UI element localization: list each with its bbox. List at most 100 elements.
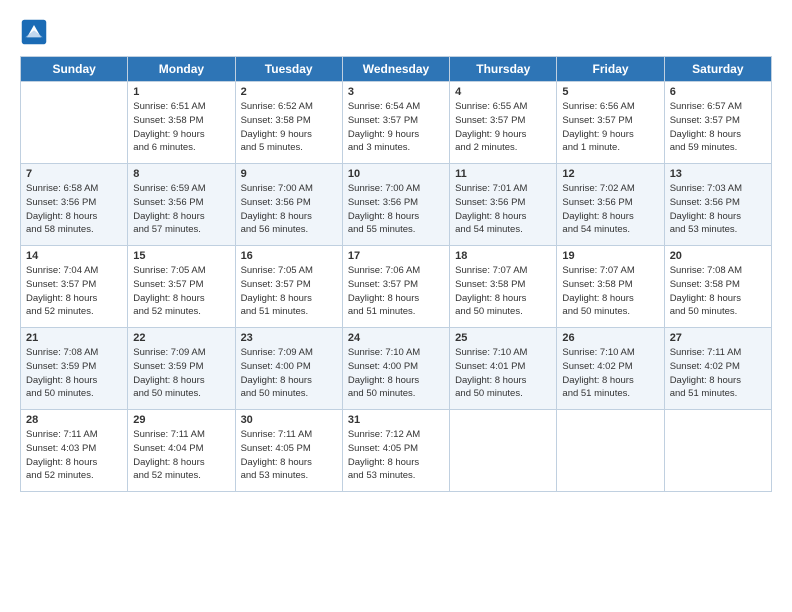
day-number: 30 xyxy=(241,414,337,426)
cell-w2-d3: 17 Sunrise: 7:06 AM Sunset: 3:57 PM Dayli… xyxy=(342,246,449,328)
day-info: Sunrise: 7:03 AM Sunset: 3:56 PM Dayligh… xyxy=(670,182,766,237)
day-number: 2 xyxy=(241,86,337,98)
header-thursday: Thursday xyxy=(450,57,557,82)
cell-w4-d2: 30 Sunrise: 7:11 AM Sunset: 4:05 PM Dayli… xyxy=(235,410,342,492)
header xyxy=(20,18,772,46)
day-info: Sunrise: 7:01 AM Sunset: 3:56 PM Dayligh… xyxy=(455,182,551,237)
cell-w2-d4: 18 Sunrise: 7:07 AM Sunset: 3:58 PM Dayli… xyxy=(450,246,557,328)
cell-w3-d2: 23 Sunrise: 7:09 AM Sunset: 4:00 PM Dayli… xyxy=(235,328,342,410)
cell-w3-d6: 27 Sunrise: 7:11 AM Sunset: 4:02 PM Dayli… xyxy=(664,328,771,410)
day-info: Sunrise: 6:51 AM Sunset: 3:58 PM Dayligh… xyxy=(133,100,229,155)
calendar-header: SundayMondayTuesdayWednesdayThursdayFrid… xyxy=(21,57,772,82)
day-number: 24 xyxy=(348,332,444,344)
day-number: 12 xyxy=(562,168,658,180)
logo xyxy=(20,18,52,46)
day-info: Sunrise: 7:08 AM Sunset: 3:59 PM Dayligh… xyxy=(26,346,122,401)
day-number: 15 xyxy=(133,250,229,262)
day-number: 9 xyxy=(241,168,337,180)
day-info: Sunrise: 7:05 AM Sunset: 3:57 PM Dayligh… xyxy=(241,264,337,319)
page: SundayMondayTuesdayWednesdayThursdayFrid… xyxy=(0,0,792,612)
calendar-body: 1 Sunrise: 6:51 AM Sunset: 3:58 PM Daylig… xyxy=(21,82,772,492)
day-number: 6 xyxy=(670,86,766,98)
day-info: Sunrise: 7:07 AM Sunset: 3:58 PM Dayligh… xyxy=(562,264,658,319)
cell-w4-d4 xyxy=(450,410,557,492)
day-info: Sunrise: 7:11 AM Sunset: 4:04 PM Dayligh… xyxy=(133,428,229,483)
cell-w3-d3: 24 Sunrise: 7:10 AM Sunset: 4:00 PM Dayli… xyxy=(342,328,449,410)
day-info: Sunrise: 7:06 AM Sunset: 3:57 PM Dayligh… xyxy=(348,264,444,319)
day-info: Sunrise: 7:10 AM Sunset: 4:02 PM Dayligh… xyxy=(562,346,658,401)
cell-w2-d5: 19 Sunrise: 7:07 AM Sunset: 3:58 PM Dayli… xyxy=(557,246,664,328)
cell-w0-d5: 5 Sunrise: 6:56 AM Sunset: 3:57 PM Daylig… xyxy=(557,82,664,164)
cell-w1-d3: 10 Sunrise: 7:00 AM Sunset: 3:56 PM Dayli… xyxy=(342,164,449,246)
week-row-1: 1 Sunrise: 6:51 AM Sunset: 3:58 PM Daylig… xyxy=(21,82,772,164)
day-info: Sunrise: 7:12 AM Sunset: 4:05 PM Dayligh… xyxy=(348,428,444,483)
cell-w3-d5: 26 Sunrise: 7:10 AM Sunset: 4:02 PM Dayli… xyxy=(557,328,664,410)
day-info: Sunrise: 6:58 AM Sunset: 3:56 PM Dayligh… xyxy=(26,182,122,237)
day-number: 18 xyxy=(455,250,551,262)
cell-w3-d0: 21Sunrise: 7:08 AM Sunset: 3:59 PM Dayli… xyxy=(21,328,128,410)
day-number: 26 xyxy=(562,332,658,344)
day-number: 29 xyxy=(133,414,229,426)
day-number: 4 xyxy=(455,86,551,98)
day-info: Sunrise: 7:11 AM Sunset: 4:05 PM Dayligh… xyxy=(241,428,337,483)
cell-w4-d3: 31Sunrise: 7:12 AM Sunset: 4:05 PM Dayli… xyxy=(342,410,449,492)
day-info: Sunrise: 7:09 AM Sunset: 4:00 PM Dayligh… xyxy=(241,346,337,401)
header-saturday: Saturday xyxy=(664,57,771,82)
day-number: 16 xyxy=(241,250,337,262)
day-number: 19 xyxy=(562,250,658,262)
week-row-5: 28Sunrise: 7:11 AM Sunset: 4:03 PM Dayli… xyxy=(21,410,772,492)
week-row-2: 7 Sunrise: 6:58 AM Sunset: 3:56 PM Daylig… xyxy=(21,164,772,246)
day-number: 20 xyxy=(670,250,766,262)
day-number: 5 xyxy=(562,86,658,98)
cell-w4-d1: 29 Sunrise: 7:11 AM Sunset: 4:04 PM Dayli… xyxy=(128,410,235,492)
day-number: 10 xyxy=(348,168,444,180)
day-number: 28 xyxy=(26,414,122,426)
cell-w0-d6: 6 Sunrise: 6:57 AM Sunset: 3:57 PM Daylig… xyxy=(664,82,771,164)
header-friday: Friday xyxy=(557,57,664,82)
day-info: Sunrise: 7:05 AM Sunset: 3:57 PM Dayligh… xyxy=(133,264,229,319)
day-info: Sunrise: 7:08 AM Sunset: 3:58 PM Dayligh… xyxy=(670,264,766,319)
day-number: 25 xyxy=(455,332,551,344)
cell-w1-d4: 11Sunrise: 7:01 AM Sunset: 3:56 PM Dayli… xyxy=(450,164,557,246)
day-info: Sunrise: 7:10 AM Sunset: 4:00 PM Dayligh… xyxy=(348,346,444,401)
week-row-4: 21Sunrise: 7:08 AM Sunset: 3:59 PM Dayli… xyxy=(21,328,772,410)
day-number: 7 xyxy=(26,168,122,180)
cell-w1-d6: 13 Sunrise: 7:03 AM Sunset: 3:56 PM Dayli… xyxy=(664,164,771,246)
day-info: Sunrise: 7:11 AM Sunset: 4:02 PM Dayligh… xyxy=(670,346,766,401)
cell-w4-d0: 28Sunrise: 7:11 AM Sunset: 4:03 PM Dayli… xyxy=(21,410,128,492)
cell-w4-d5 xyxy=(557,410,664,492)
header-tuesday: Tuesday xyxy=(235,57,342,82)
cell-w1-d5: 12 Sunrise: 7:02 AM Sunset: 3:56 PM Dayli… xyxy=(557,164,664,246)
day-info: Sunrise: 6:57 AM Sunset: 3:57 PM Dayligh… xyxy=(670,100,766,155)
cell-w4-d6 xyxy=(664,410,771,492)
day-number: 1 xyxy=(133,86,229,98)
day-info: Sunrise: 6:55 AM Sunset: 3:57 PM Dayligh… xyxy=(455,100,551,155)
day-info: Sunrise: 6:59 AM Sunset: 3:56 PM Dayligh… xyxy=(133,182,229,237)
cell-w2-d0: 14Sunrise: 7:04 AM Sunset: 3:57 PM Dayli… xyxy=(21,246,128,328)
day-info: Sunrise: 7:04 AM Sunset: 3:57 PM Dayligh… xyxy=(26,264,122,319)
day-info: Sunrise: 6:56 AM Sunset: 3:57 PM Dayligh… xyxy=(562,100,658,155)
day-number: 23 xyxy=(241,332,337,344)
cell-w2-d2: 16 Sunrise: 7:05 AM Sunset: 3:57 PM Dayli… xyxy=(235,246,342,328)
cell-w2-d1: 15 Sunrise: 7:05 AM Sunset: 3:57 PM Dayli… xyxy=(128,246,235,328)
cell-w3-d4: 25 Sunrise: 7:10 AM Sunset: 4:01 PM Dayli… xyxy=(450,328,557,410)
cell-w0-d0 xyxy=(21,82,128,164)
cell-w0-d1: 1 Sunrise: 6:51 AM Sunset: 3:58 PM Daylig… xyxy=(128,82,235,164)
day-info: Sunrise: 7:09 AM Sunset: 3:59 PM Dayligh… xyxy=(133,346,229,401)
day-info: Sunrise: 6:52 AM Sunset: 3:58 PM Dayligh… xyxy=(241,100,337,155)
day-number: 27 xyxy=(670,332,766,344)
day-info: Sunrise: 7:10 AM Sunset: 4:01 PM Dayligh… xyxy=(455,346,551,401)
cell-w3-d1: 22 Sunrise: 7:09 AM Sunset: 3:59 PM Dayli… xyxy=(128,328,235,410)
cell-w0-d4: 4 Sunrise: 6:55 AM Sunset: 3:57 PM Daylig… xyxy=(450,82,557,164)
cell-w0-d3: 3Sunrise: 6:54 AM Sunset: 3:57 PM Daylig… xyxy=(342,82,449,164)
cell-w0-d2: 2 Sunrise: 6:52 AM Sunset: 3:58 PM Daylig… xyxy=(235,82,342,164)
day-info: Sunrise: 7:02 AM Sunset: 3:56 PM Dayligh… xyxy=(562,182,658,237)
day-number: 22 xyxy=(133,332,229,344)
day-number: 17 xyxy=(348,250,444,262)
week-row-3: 14Sunrise: 7:04 AM Sunset: 3:57 PM Dayli… xyxy=(21,246,772,328)
day-number: 13 xyxy=(670,168,766,180)
day-info: Sunrise: 7:07 AM Sunset: 3:58 PM Dayligh… xyxy=(455,264,551,319)
header-row: SundayMondayTuesdayWednesdayThursdayFrid… xyxy=(21,57,772,82)
day-info: Sunrise: 7:00 AM Sunset: 3:56 PM Dayligh… xyxy=(241,182,337,237)
day-info: Sunrise: 7:00 AM Sunset: 3:56 PM Dayligh… xyxy=(348,182,444,237)
